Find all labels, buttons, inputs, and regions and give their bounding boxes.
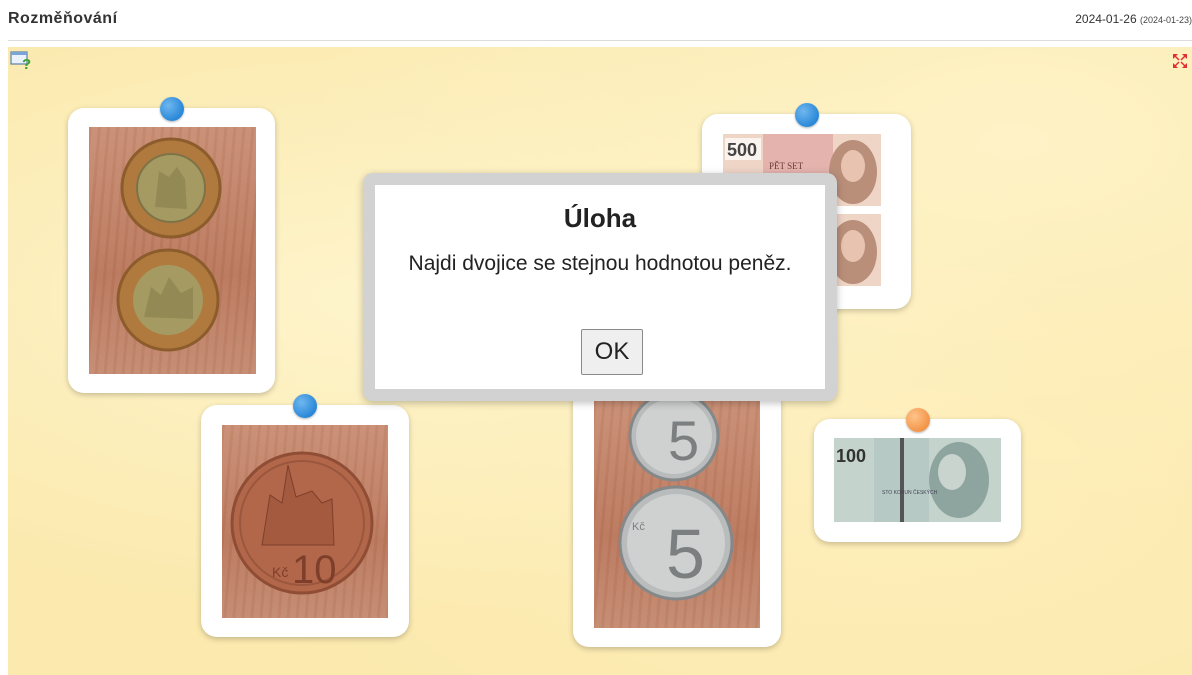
exercise-board: ? 500 PĚT SET Kč 10 5 5 Kč 100 STO KORUN… xyxy=(8,47,1192,675)
coin-currency: Kč xyxy=(632,521,645,533)
card-pin xyxy=(159,97,184,121)
dialog-message: Najdi dvojice se stejnou hodnotou peněz. xyxy=(408,252,792,275)
card-pin xyxy=(905,408,930,432)
coin-value: 10 xyxy=(292,548,337,592)
page-header: Rozměňování 2024-01-26 (2024-01-23) xyxy=(8,0,1192,41)
card-100-kc-banknote[interactable]: 100 STO KORUN ČESKÝCH xyxy=(814,408,1021,542)
card-two-50-kc-coins[interactable] xyxy=(68,97,275,393)
card-pin xyxy=(293,394,317,418)
modified-date: 2024-01-26 xyxy=(1075,12,1137,26)
card-two-5-kc-coins[interactable]: 5 5 Kč xyxy=(573,388,781,647)
ok-button[interactable]: OK xyxy=(581,329,643,375)
svg-text:?: ? xyxy=(22,56,31,70)
banknote-photo: 100 STO KORUN ČESKÝCH xyxy=(834,438,1001,522)
coin-photo: 5 5 Kč xyxy=(594,398,760,628)
fullscreen-icon[interactable] xyxy=(1172,53,1188,69)
note-value: 500 xyxy=(727,140,757,160)
coin-value: 5 xyxy=(668,409,699,472)
page-title: Rozměňování xyxy=(8,10,118,27)
coin-currency: Kč xyxy=(272,564,288,580)
page-dates: 2024-01-26 (2024-01-23) xyxy=(1075,12,1192,26)
note-words: STO KORUN ČESKÝCH xyxy=(882,489,938,496)
coin-photo: Kč 10 xyxy=(222,425,388,618)
task-dialog-frame: Úloha Najdi dvojice se stejnou hodnotou … xyxy=(363,173,837,401)
card-10-kc-coin[interactable]: Kč 10 xyxy=(201,394,409,637)
dialog-title: Úloha xyxy=(563,203,637,233)
note-words: PĚT SET xyxy=(769,161,804,171)
card-pin xyxy=(794,103,819,127)
task-dialog: Úloha Najdi dvojice se stejnou hodnotou … xyxy=(375,185,825,389)
coin-photo xyxy=(89,127,256,374)
created-date: (2024-01-23) xyxy=(1139,15,1192,25)
help-icon[interactable]: ? xyxy=(10,50,32,70)
note-value: 100 xyxy=(836,446,866,466)
coin-value-2: 5 xyxy=(666,515,705,593)
